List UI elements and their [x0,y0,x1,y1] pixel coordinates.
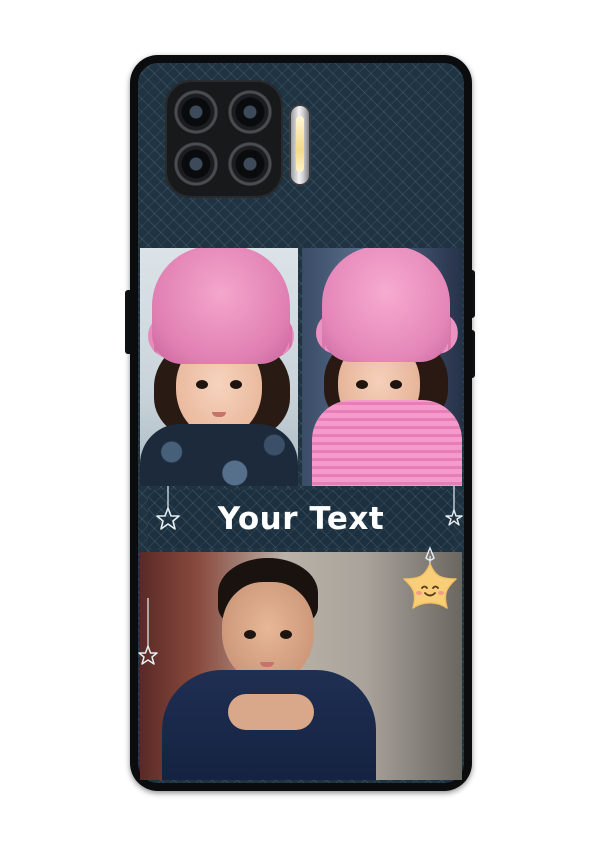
star-outline-icon [156,486,180,530]
camera-module [165,80,283,198]
photo-girl-pink-hat-left [140,248,298,486]
star-outline-icon [138,598,158,665]
smiling-star-icon [403,546,457,609]
photo-girl-pink-hat-right [302,248,462,486]
camera-lens-icon [174,90,218,134]
flash-icon [291,106,309,184]
camera-lens-icon [228,142,272,186]
custom-text-label: Your Text [217,501,385,537]
star-outline-icon [445,486,463,526]
camera-lens-icon [228,90,272,134]
product-image: Your Text [0,0,600,850]
custom-text-band: Your Text [148,490,454,548]
camera-lens-icon [174,142,218,186]
